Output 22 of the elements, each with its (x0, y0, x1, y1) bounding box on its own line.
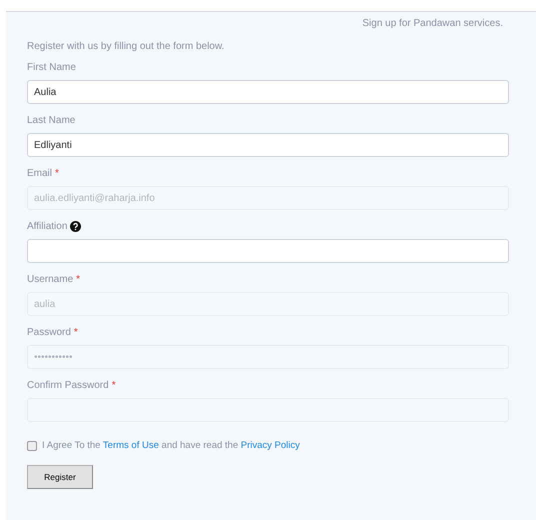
input-field[interactable] (27, 239, 509, 263)
link[interactable]: Privacy Policy (240, 440, 300, 451)
field-label: Password (27, 326, 71, 338)
link[interactable]: Terms of Use (102, 440, 159, 451)
required-mark: * (74, 326, 78, 338)
required-mark: * (112, 380, 116, 390)
checkbox[interactable] (27, 440, 37, 450)
register-button[interactable]: Register (27, 465, 93, 489)
required-mark: * (76, 274, 80, 284)
field-label: First Name (27, 62, 76, 72)
field-label: Username (27, 274, 74, 284)
intro-text: Register with us by filling out the form below. (27, 41, 226, 52)
field-label: Last Name (27, 114, 76, 126)
agreement-text: I Agree To the Terms of Use and have read the Privacy Policy (42, 440, 300, 451)
field-label: Email (27, 168, 52, 178)
tagline: Sign up for Pandawan services. (362, 18, 503, 29)
input-field[interactable]: Edliyanti (27, 133, 509, 157)
field-label: Confirm Password (27, 380, 109, 390)
input-field[interactable]: Aulia (27, 80, 509, 104)
help-icon (70, 220, 82, 232)
field-label: Affiliation (27, 220, 68, 232)
required-mark: * (55, 168, 59, 178)
